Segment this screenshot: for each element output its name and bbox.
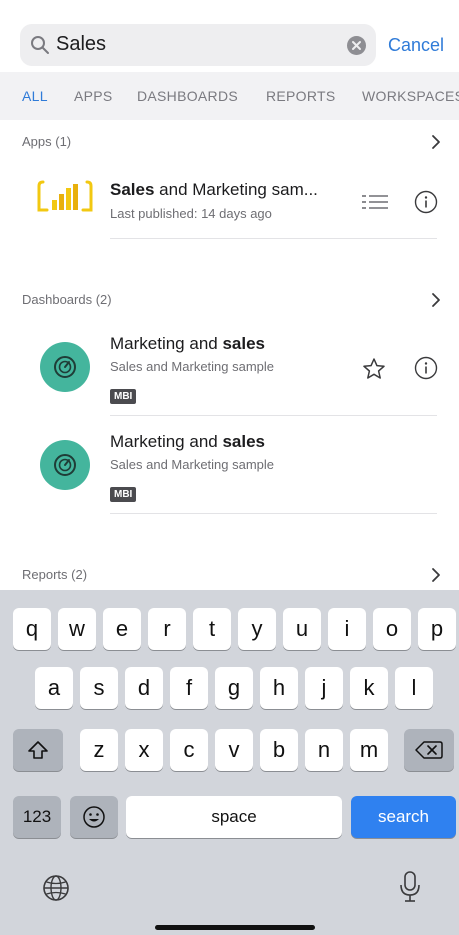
dashboard-icon <box>40 342 90 392</box>
app-subtitle: Last published: 14 days ago <box>110 206 272 221</box>
dashboard-list-item[interactable]: Marketing and sales Sales and Marketing … <box>0 420 459 516</box>
space-key[interactable]: space <box>126 796 342 838</box>
tab-workspaces[interactable]: WORKSPACES <box>362 88 459 104</box>
key-a[interactable]: a <box>35 667 73 709</box>
key-o[interactable]: o <box>373 608 411 650</box>
dashboards-section-title: Dashboards (2) <box>22 292 112 307</box>
gauge-icon <box>54 356 76 378</box>
key-t[interactable]: t <box>193 608 231 650</box>
reports-section-header[interactable]: Reports (2) <box>0 561 459 591</box>
info-icon[interactable] <box>414 356 438 380</box>
shift-key[interactable] <box>13 729 63 771</box>
apps-section-header[interactable]: Apps (1) <box>0 128 459 158</box>
divider <box>110 238 437 239</box>
dashboard-name-rest: Marketing and <box>110 334 223 353</box>
app-name: Sales and Marketing sam... <box>110 180 318 200</box>
power-bi-app-icon <box>37 180 93 212</box>
apps-section-title: Apps (1) <box>22 134 72 149</box>
search-header: Sales Cancel <box>0 0 459 72</box>
dashboard-subtitle: Sales and Marketing sample <box>110 457 275 472</box>
globe-icon[interactable] <box>42 874 70 902</box>
divider <box>110 415 437 416</box>
backspace-icon <box>415 741 443 759</box>
key-w[interactable]: w <box>58 608 96 650</box>
dashboard-list-item[interactable]: Marketing and sales Sales and Marketing … <box>0 322 459 418</box>
sensitivity-tag: MBI <box>110 487 137 502</box>
dashboard-name: Marketing and sales <box>110 334 265 354</box>
key-y[interactable]: y <box>238 608 276 650</box>
on-screen-keyboard: q w e r t y u i o p a s d f g h j k l z … <box>0 590 459 935</box>
key-j[interactable]: j <box>305 667 343 709</box>
dashboard-subtitle: Sales and Marketing sample <box>110 359 275 374</box>
key-m[interactable]: m <box>350 729 388 771</box>
key-x[interactable]: x <box>125 729 163 771</box>
tab-dashboards[interactable]: DASHBOARDS <box>137 88 238 104</box>
key-r[interactable]: r <box>148 608 186 650</box>
star-icon[interactable] <box>362 357 386 381</box>
emoji-icon <box>83 806 105 828</box>
dashboard-name-rest: Marketing and <box>110 432 223 451</box>
clear-search-icon[interactable] <box>347 36 366 55</box>
app-name-rest: and Marketing sam... <box>154 180 318 199</box>
reports-section-title: Reports (2) <box>22 567 88 582</box>
key-c[interactable]: c <box>170 729 208 771</box>
key-b[interactable]: b <box>260 729 298 771</box>
shift-icon <box>28 741 48 759</box>
dashboard-name-match: sales <box>222 432 265 451</box>
dashboard-name: Marketing and sales <box>110 432 265 452</box>
key-k[interactable]: k <box>350 667 388 709</box>
home-indicator <box>155 925 315 930</box>
search-icon <box>31 36 49 54</box>
dashboard-icon <box>40 440 90 490</box>
search-input[interactable]: Sales <box>20 24 376 66</box>
emoji-key[interactable] <box>70 796 118 838</box>
backspace-key[interactable] <box>404 729 454 771</box>
key-l[interactable]: l <box>395 667 433 709</box>
key-s[interactable]: s <box>80 667 118 709</box>
sensitivity-tag: MBI <box>110 389 137 404</box>
tab-all[interactable]: ALL <box>22 88 48 104</box>
app-list-item[interactable]: Sales and Marketing sam... Last publishe… <box>0 166 459 240</box>
key-z[interactable]: z <box>80 729 118 771</box>
tab-apps[interactable]: APPS <box>74 88 113 104</box>
key-e[interactable]: e <box>103 608 141 650</box>
key-d[interactable]: d <box>125 667 163 709</box>
chevron-right-icon <box>432 293 440 307</box>
filter-tabs: ALL APPS DASHBOARDS REPORTS WORKSPACES <box>0 72 459 120</box>
key-g[interactable]: g <box>215 667 253 709</box>
key-u[interactable]: u <box>283 608 321 650</box>
key-p[interactable]: p <box>418 608 456 650</box>
app-name-match: Sales <box>110 180 155 199</box>
key-h[interactable]: h <box>260 667 298 709</box>
divider <box>110 513 437 514</box>
key-v[interactable]: v <box>215 729 253 771</box>
tab-reports[interactable]: REPORTS <box>266 88 336 104</box>
dashboards-section-header[interactable]: Dashboards (2) <box>0 286 459 316</box>
chevron-right-icon <box>432 135 440 149</box>
dashboard-name-match: sales <box>222 334 265 353</box>
info-icon[interactable] <box>414 190 438 214</box>
list-icon[interactable] <box>362 194 388 210</box>
key-f[interactable]: f <box>170 667 208 709</box>
key-q[interactable]: q <box>13 608 51 650</box>
search-key[interactable]: search <box>351 796 456 838</box>
gauge-icon <box>54 454 76 476</box>
microphone-icon[interactable] <box>398 870 422 904</box>
key-n[interactable]: n <box>305 729 343 771</box>
key-i[interactable]: i <box>328 608 366 650</box>
search-query-text: Sales <box>56 33 107 55</box>
chevron-right-icon <box>432 568 440 582</box>
numbers-key[interactable]: 123 <box>13 796 61 838</box>
cancel-button[interactable]: Cancel <box>388 35 444 56</box>
